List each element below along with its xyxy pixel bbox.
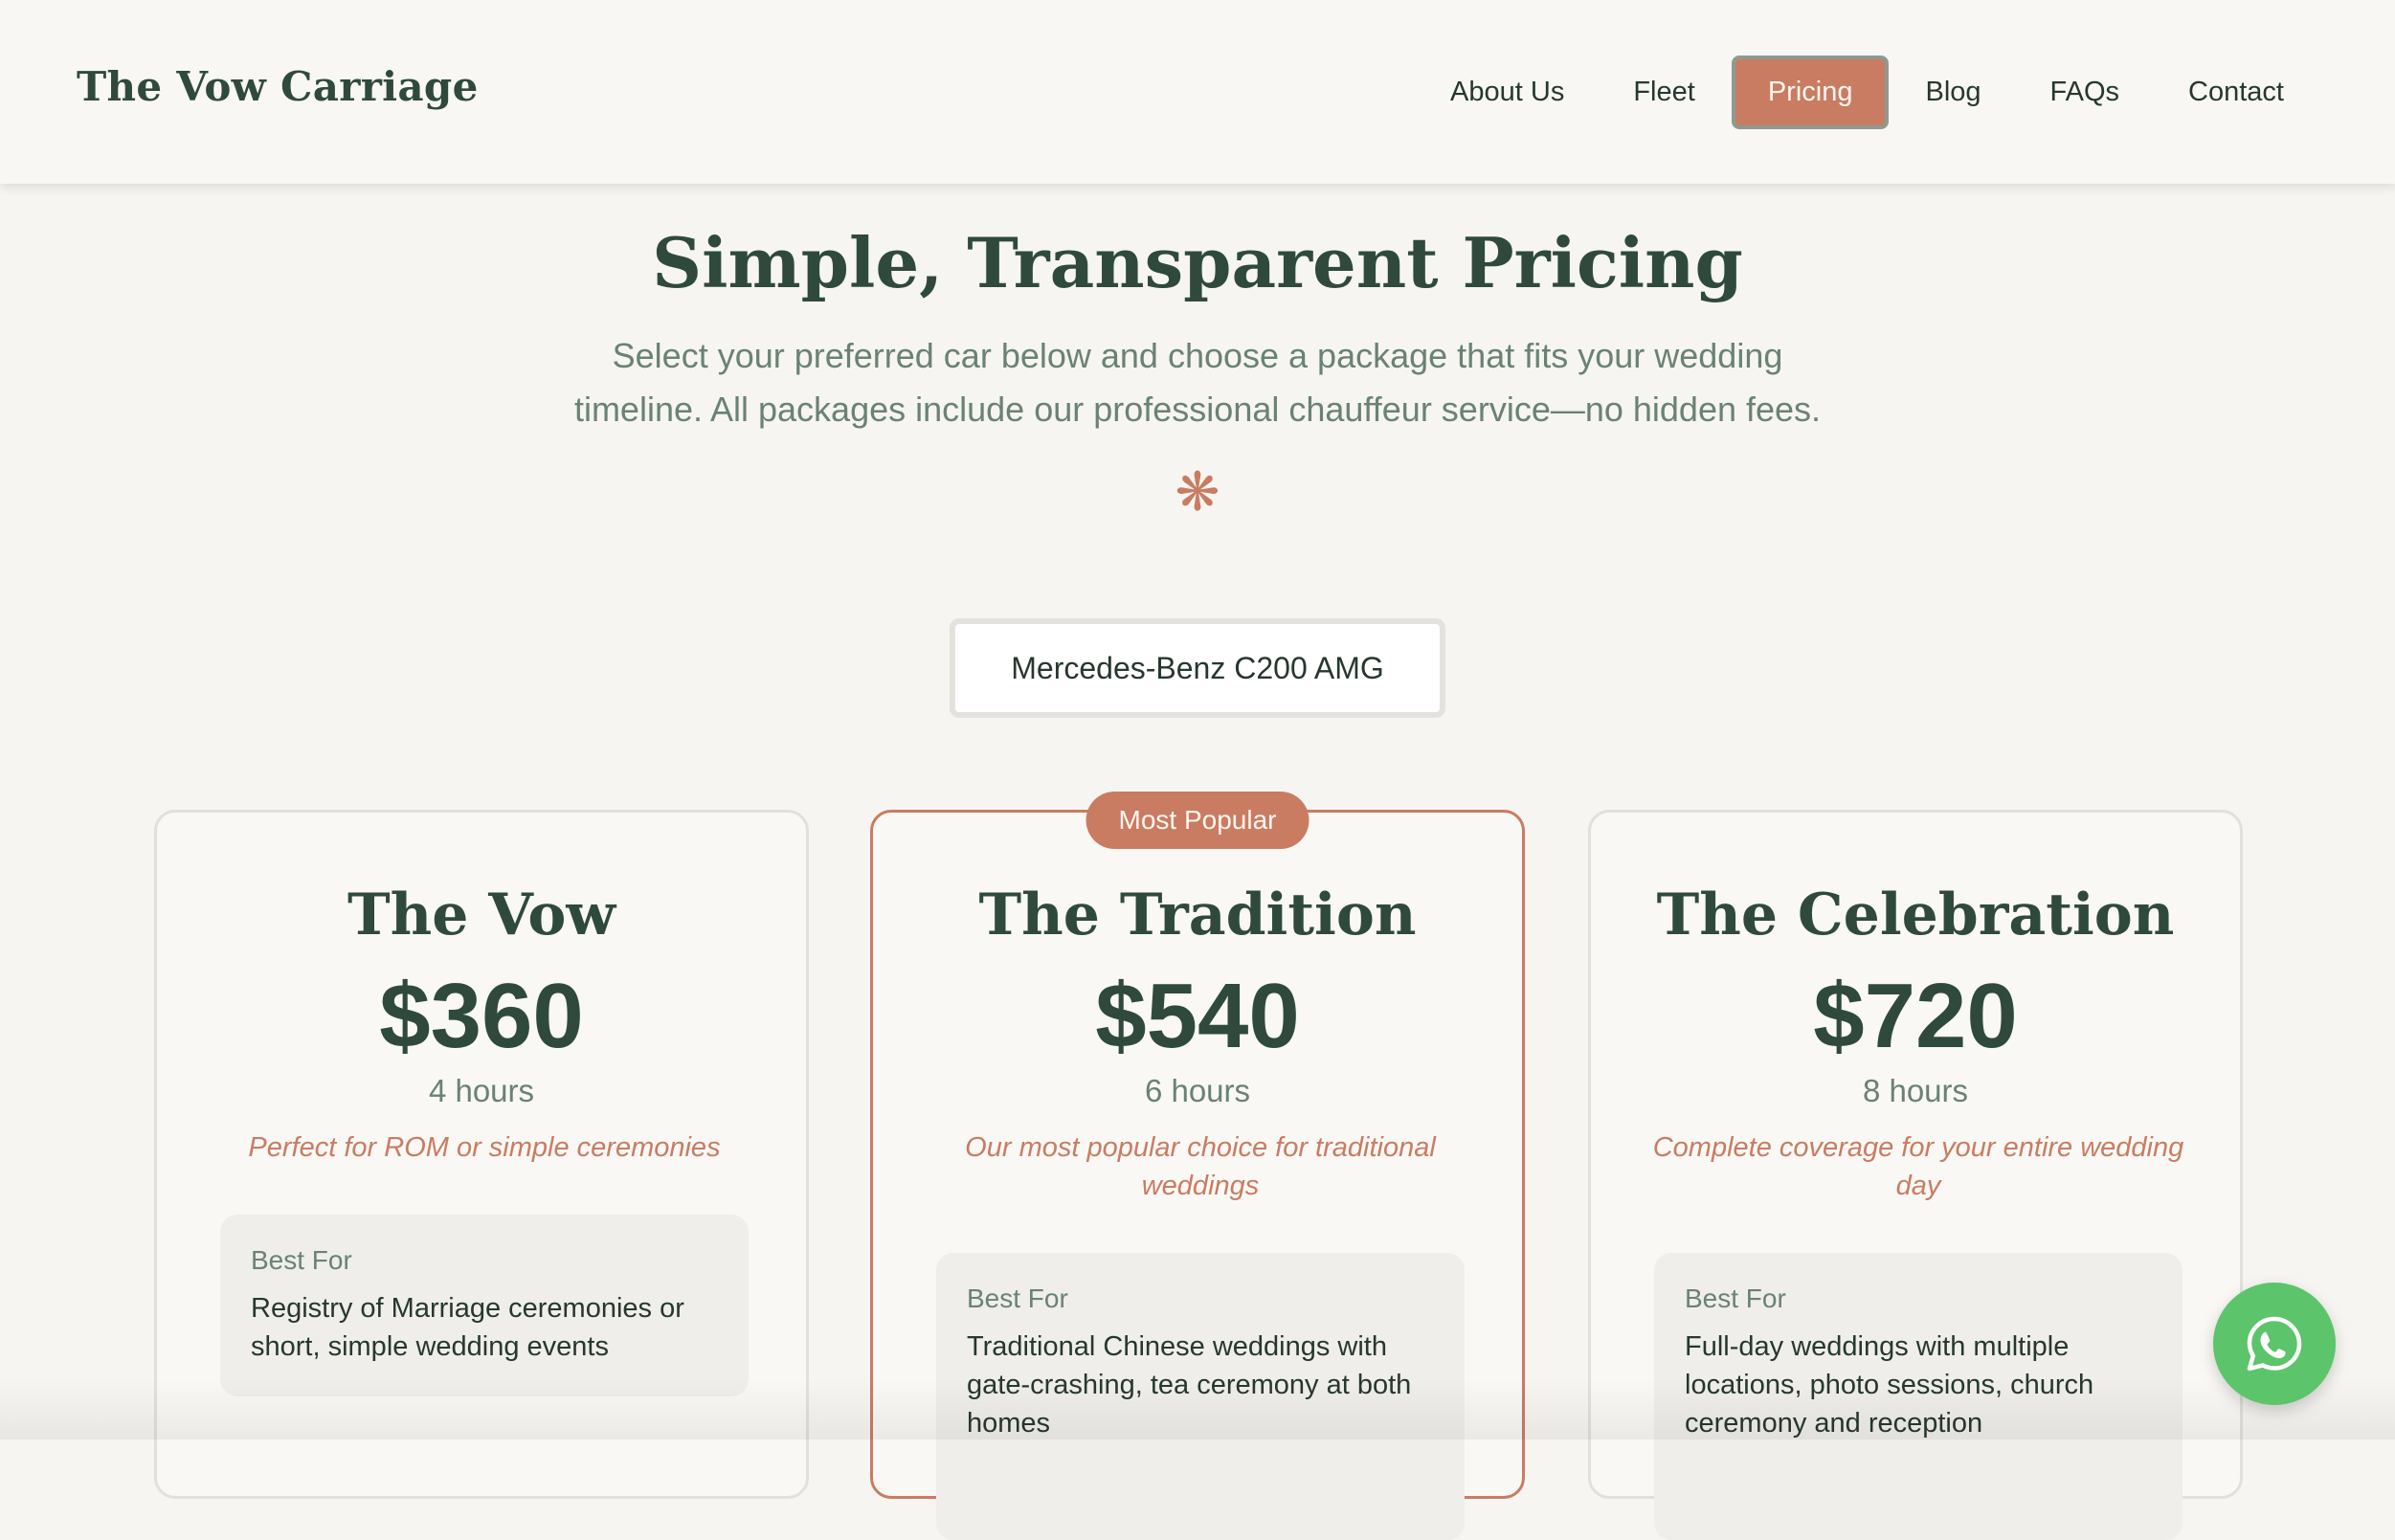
nav-faqs[interactable]: FAQs xyxy=(2016,61,2155,123)
flower-ornament-icon: ❋ xyxy=(1175,461,1220,522)
whatsapp-button[interactable] xyxy=(2213,1283,2336,1405)
best-for-text: Traditional Chinese weddings with gate-c… xyxy=(967,1331,1412,1439)
nav-pricing[interactable]: Pricing xyxy=(1731,55,1890,129)
package-price: $360 xyxy=(379,965,584,1067)
nav-blog[interactable]: Blog xyxy=(1891,61,2015,123)
best-for-text: Registry of Marriage ceremonies or short… xyxy=(251,1293,684,1362)
package-description: Our most popular choice for traditional … xyxy=(965,1132,1436,1201)
best-for-box: Best For Traditional Chinese weddings wi… xyxy=(936,1253,1465,1540)
car-select-dropdown[interactable]: Mercedes-Benz C200 AMG xyxy=(950,618,1445,718)
package-price: $540 xyxy=(1095,965,1300,1067)
package-title: The Tradition xyxy=(978,882,1417,949)
package-hours: 4 hours xyxy=(428,1073,535,1108)
nav-about-us[interactable]: About Us xyxy=(1416,61,1599,123)
best-for-box: Best For Registry of Marriage ceremonies… xyxy=(220,1215,749,1396)
subtitle-line-2: timeline. All packages include our profe… xyxy=(573,390,1822,429)
best-for-label: Best For xyxy=(967,1283,1068,1313)
package-card-the-tradition: Most Popular The Tradition $540 6 hours … xyxy=(870,792,1525,1540)
package-card-the-vow: The Vow $360 4 hours Perfect for ROM or … xyxy=(154,810,809,1499)
package-description: Perfect for ROM or simple ceremonies xyxy=(248,1132,721,1163)
car-select-value: Mercedes-Benz C200 AMG xyxy=(1011,650,1384,685)
package-hours: 8 hours xyxy=(1862,1073,1969,1108)
nav-fleet[interactable]: Fleet xyxy=(1599,61,1729,123)
package-hours: 6 hours xyxy=(1144,1073,1251,1108)
subtitle-line-1: Select your preferred car below and choo… xyxy=(612,336,1783,375)
site-header: The Vow Carriage About Us Fleet Pricing … xyxy=(0,0,2395,184)
most-popular-badge: Most Popular xyxy=(1086,792,1309,849)
main-nav: About Us Fleet Pricing Blog FAQs Contact xyxy=(1416,54,2318,130)
nav-contact[interactable]: Contact xyxy=(2154,61,2318,123)
best-for-label: Best For xyxy=(1685,1283,1786,1313)
package-card-the-celebration: The Celebration $720 8 hours Complete co… xyxy=(1588,810,2243,1540)
site-logo[interactable]: The Vow Carriage xyxy=(77,63,479,110)
package-title: The Vow xyxy=(347,882,616,949)
package-description: Complete coverage for your entire weddin… xyxy=(1652,1132,2184,1201)
best-for-box: Best For Full-day weddings with multiple… xyxy=(1654,1253,2182,1540)
page-title: Simple, Transparent Pricing xyxy=(652,222,1743,303)
page-subtitle: Select your preferred car below and choo… xyxy=(527,329,1868,436)
package-price: $720 xyxy=(1813,965,2018,1067)
whatsapp-icon xyxy=(2247,1316,2302,1372)
best-for-label: Best For xyxy=(251,1245,352,1275)
best-for-text: Full-day weddings with multiple location… xyxy=(1685,1331,2094,1439)
package-title: The Celebration xyxy=(1656,882,2175,949)
